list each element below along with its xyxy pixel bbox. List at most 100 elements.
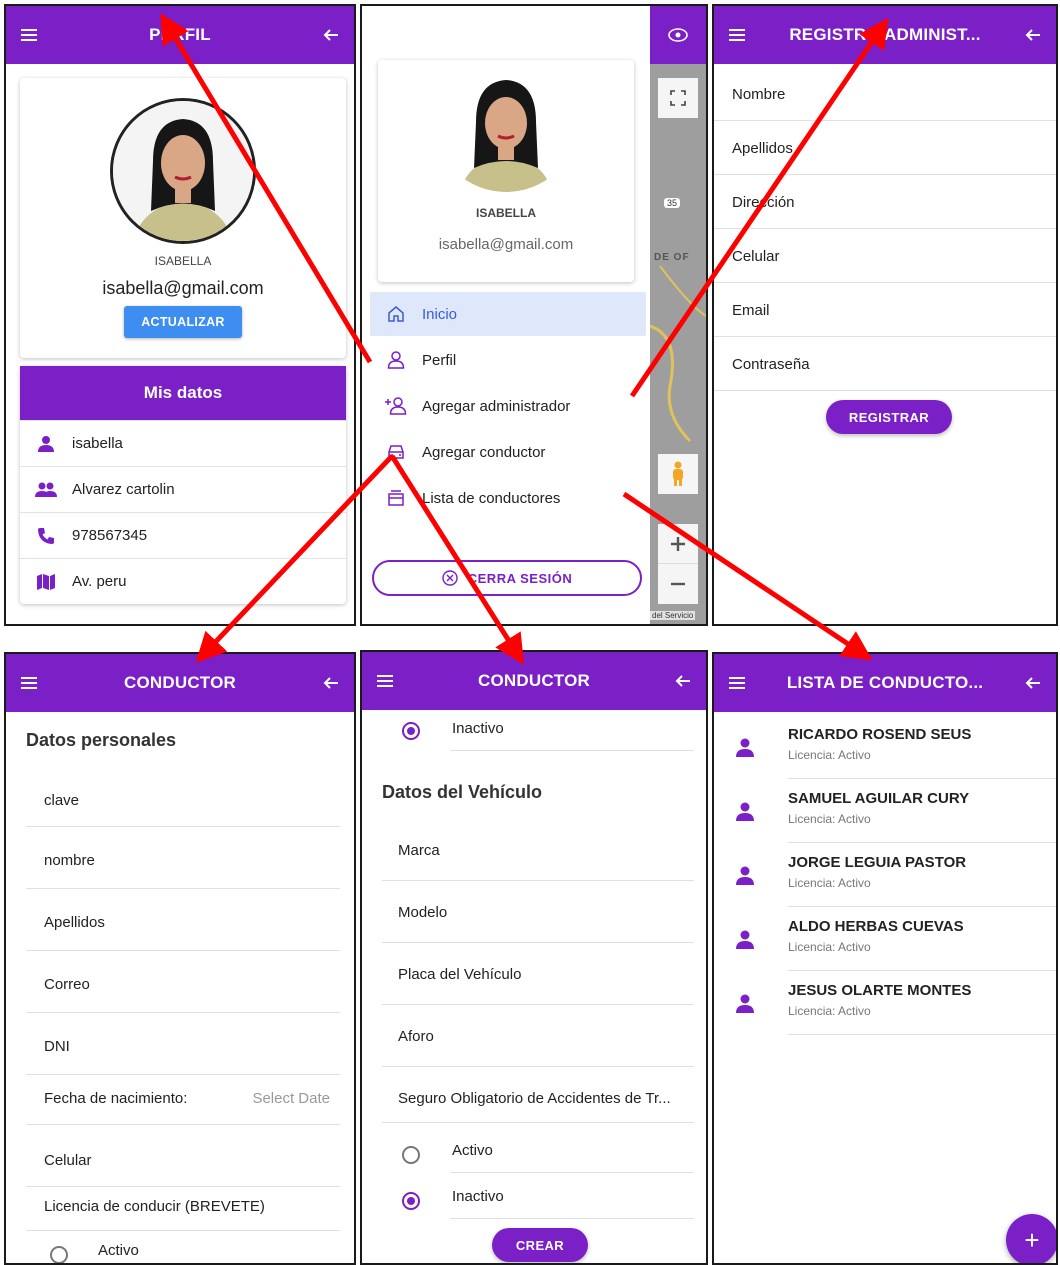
driver-name: JESUS OLARTE MONTES <box>788 982 972 999</box>
avatar <box>110 98 256 244</box>
section-title: Datos personales <box>26 730 177 750</box>
registrar-button[interactable]: REGISTRAR <box>826 400 952 434</box>
drawer-item-label: Perfil <box>422 351 457 369</box>
back-button[interactable] <box>308 654 354 712</box>
menu-button[interactable] <box>6 6 52 64</box>
back-button[interactable] <box>1010 6 1056 64</box>
contrasena-field[interactable]: Contraseña <box>732 356 1056 373</box>
menu-button[interactable] <box>714 654 760 712</box>
update-button[interactable]: ACTUALIZAR <box>124 306 242 338</box>
perfil-screen: PERFIL ISABELLA isabella@gmail.com ACTUA… <box>4 4 356 626</box>
profile-name: ISABELLA <box>154 254 212 268</box>
page-title: CONDUCTOR <box>124 673 236 692</box>
drawer-item-perfil[interactable]: Perfil <box>370 338 646 382</box>
driver-license-status: Licencia: Activo <box>788 812 871 826</box>
datos-row-label: Alvarez cartolin <box>72 481 175 498</box>
logout-button[interactable]: CERRA SESIÓN <box>372 560 642 596</box>
drawer-item-label: Agregar administrador <box>422 397 571 415</box>
map-footer-text: del Servicio <box>650 611 696 620</box>
driver-list-item[interactable]: JESUS OLARTE MONTES Licencia: Activo <box>714 982 1056 1046</box>
person-icon <box>736 738 754 757</box>
person-icon <box>736 930 754 949</box>
driver-list-item[interactable]: ALDO HERBAS CUEVAS Licencia: Activo <box>714 918 1056 982</box>
drawer-item-lista-conductores[interactable]: Lista de conductores <box>370 476 646 520</box>
driver-name: RICARDO ROSEND SEUS <box>788 726 972 743</box>
driver-list-item[interactable]: SAMUEL AGUILAR CURY Licencia: Activo <box>714 790 1056 854</box>
driver-list-item[interactable]: JORGE LEGUIA PASTOR Licencia: Activo <box>714 854 1056 918</box>
apellidos-field[interactable]: Apellidos <box>44 914 354 931</box>
person-add-icon <box>385 397 407 415</box>
drawer-item-inicio[interactable]: Inicio <box>370 292 646 336</box>
arrow-back-icon <box>675 675 690 687</box>
celular-field[interactable]: Celular <box>732 248 1056 265</box>
phone-icon <box>38 527 54 544</box>
nombre-field[interactable]: nombre <box>44 852 354 869</box>
radio-activo-label: Activo <box>452 1142 493 1159</box>
driver-name: SAMUEL AGUILAR CURY <box>788 790 970 807</box>
datos-row-label: 978567345 <box>72 527 148 544</box>
arrow-back-icon <box>323 29 338 41</box>
conductor-personal-screen: CONDUCTOR Datos personales clave nombre … <box>4 652 356 1265</box>
drawer-item-agregar-administrador[interactable]: Agregar administrador <box>370 384 646 428</box>
drawer-item-agregar-conductor[interactable]: Agregar conductor <box>370 430 646 474</box>
aforo-field[interactable]: Aforo <box>398 1028 706 1045</box>
conductor-toolbar: CONDUCTOR <box>6 654 354 712</box>
back-button[interactable] <box>1010 654 1056 712</box>
drawer-avatar <box>438 68 574 192</box>
drawer-name: ISABELLA <box>476 206 536 220</box>
arrow-back-icon <box>1025 29 1040 41</box>
back-button[interactable] <box>660 652 706 710</box>
street-view-button[interactable] <box>658 454 698 494</box>
radio-activo[interactable] <box>50 1246 68 1263</box>
section-title: Datos del Vehículo <box>382 782 543 802</box>
eye-icon[interactable] <box>668 28 688 42</box>
celular-field[interactable]: Celular <box>44 1152 354 1169</box>
minus-icon <box>671 582 685 586</box>
add-driver-fab[interactable]: + <box>1006 1214 1056 1263</box>
menu-button[interactable] <box>714 6 760 64</box>
menu-icon <box>377 675 393 687</box>
avatar-photo-icon <box>113 101 253 241</box>
arrow-back-icon <box>323 677 338 689</box>
marca-field[interactable]: Marca <box>398 842 706 859</box>
fullscreen-button[interactable] <box>658 78 698 118</box>
page-title: CONDUCTOR <box>478 671 590 690</box>
radio-activo[interactable] <box>402 1146 420 1164</box>
menu-button[interactable] <box>362 652 408 710</box>
date-picker[interactable]: Select Date <box>252 1090 330 1107</box>
driver-license-status: Licencia: Activo <box>788 748 871 762</box>
car-icon <box>388 445 404 459</box>
drawer-email: isabella@gmail.com <box>438 236 574 253</box>
person-outline-icon <box>387 351 405 369</box>
zoom-in-button[interactable] <box>658 524 698 564</box>
radio-inactivo[interactable] <box>402 1192 420 1210</box>
zoom-out-button[interactable] <box>658 564 698 604</box>
radio-inactivo-label: Inactivo <box>452 1188 504 1205</box>
clave-field[interactable]: clave <box>44 792 354 809</box>
profile-card: ISABELLA isabella@gmail.com ACTUALIZAR <box>20 78 346 358</box>
perfil-toolbar: PERFIL <box>6 6 354 64</box>
modelo-field[interactable]: Modelo <box>398 904 706 921</box>
placa-field[interactable]: Placa del Vehículo <box>398 966 706 983</box>
arrow-back-icon <box>1025 677 1040 689</box>
driver-license-status: Licencia: Activo <box>788 940 871 954</box>
registro-screen: REGISTRO ADMINIST... Nombre Apellidos Di… <box>712 4 1058 626</box>
back-button[interactable] <box>308 6 354 64</box>
apellidos-field[interactable]: Apellidos <box>732 140 1056 157</box>
radio-inactivo-top[interactable] <box>402 722 420 740</box>
driver-list-item[interactable]: RICARDO ROSEND SEUS Licencia: Activo <box>714 726 1056 790</box>
correo-field[interactable]: Correo <box>44 976 354 993</box>
person-icon <box>736 994 754 1013</box>
dni-field[interactable]: DNI <box>44 1038 354 1055</box>
nombre-field[interactable]: Nombre <box>732 86 1056 103</box>
map-road-label: 35 <box>664 198 681 208</box>
drawer-item-label: Lista de conductores <box>422 489 561 507</box>
crear-button[interactable]: CREAR <box>492 1228 588 1262</box>
soat-field[interactable]: Seguro Obligatorio de Accidentes de Tr..… <box>398 1090 706 1107</box>
logout-label: CERRA SESIÓN <box>467 570 573 586</box>
page-title: LISTA DE CONDUCTO... <box>786 673 984 692</box>
direccion-field[interactable]: Dirección <box>732 194 1056 211</box>
menu-button[interactable] <box>6 654 52 712</box>
map-place-label: DE OF <box>654 252 690 263</box>
email-field[interactable]: Email <box>732 302 1056 319</box>
